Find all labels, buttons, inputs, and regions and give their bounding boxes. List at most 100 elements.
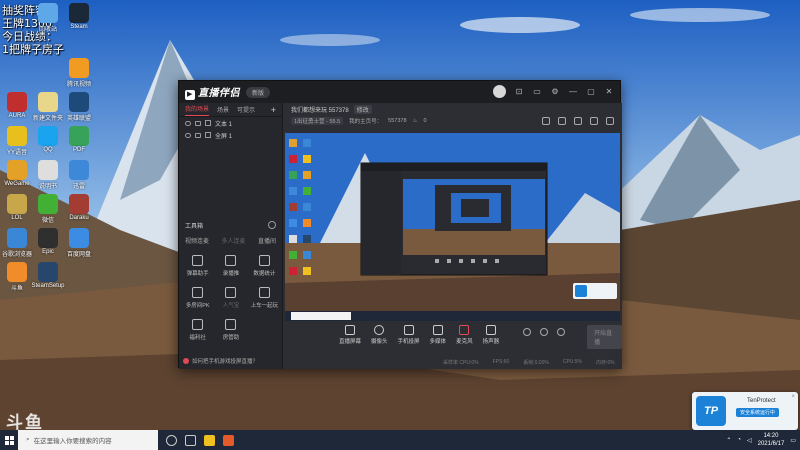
tip-text: 如何把手机游戏投屏直播？ xyxy=(192,359,259,365)
live-companion-taskbar-icon[interactable] xyxy=(223,434,234,446)
minimize-icon[interactable]: — xyxy=(568,87,578,97)
app-icon xyxy=(69,92,89,112)
main-area: 我们都想来玩 557378 修改 1出征勇士营 - 55.5 我的主页号： 55… xyxy=(283,103,622,369)
tool-label: 多房间PK xyxy=(185,303,210,309)
app-icon xyxy=(69,194,89,214)
speaker-button[interactable]: 扬声器 xyxy=(482,325,500,345)
add-scene-button[interactable]: + xyxy=(271,105,276,115)
layout-icon[interactable] xyxy=(574,117,582,125)
microphone-button[interactable]: 麦克风 xyxy=(456,325,473,345)
settings-icon[interactable]: ⚙ xyxy=(550,87,560,97)
room-category[interactable]: 1出征勇士营 - 55.5 xyxy=(291,117,344,125)
notification-icon[interactable] xyxy=(590,117,598,125)
desktop-icon[interactable]: 说明书 xyxy=(33,160,63,190)
tab-hint[interactable]: 可提示 xyxy=(237,105,255,114)
eye-toggle-icon[interactable] xyxy=(540,328,549,336)
desktop-icon[interactable]: 微信 xyxy=(33,194,63,224)
gift-icon[interactable]: ⊡ xyxy=(514,87,524,97)
tool-welfare[interactable]: 福利社 xyxy=(181,319,214,341)
desktop-icon[interactable]: WeGame xyxy=(2,160,32,187)
desktop-icon[interactable]: 谷歌浏览器 xyxy=(2,228,32,258)
start-live-button[interactable]: 开始直播 xyxy=(587,325,622,349)
media-button[interactable]: 多媒体 xyxy=(430,325,446,345)
taskbar-search[interactable]: ⌕ 在这里输入你要搜索的内容 xyxy=(18,430,158,450)
desktop-icon-label: 谷歌浏览器 xyxy=(2,252,33,258)
live-preview[interactable] xyxy=(285,133,620,321)
tool-label: 人气宝 xyxy=(222,303,240,309)
volume-icon[interactable]: ◁ xyxy=(747,437,752,444)
screenshot-icon[interactable] xyxy=(542,117,550,125)
desktop-icon[interactable]: 迅雷 xyxy=(64,160,94,190)
eye-icon[interactable] xyxy=(185,132,191,138)
overlay-line-4: 1把牌子房子 xyxy=(2,43,64,56)
tenprotect-popup[interactable]: TP TenProtect 安全系统运行中 × xyxy=(692,392,798,430)
network-icon[interactable]: ◔ xyxy=(737,437,741,443)
share-icon[interactable] xyxy=(606,117,614,125)
desktop-icon-label: 回收站 xyxy=(38,27,57,33)
tool-tab-video-link[interactable]: 视频连麦 xyxy=(185,236,209,245)
tool-tab-multi-link[interactable]: 多人连麦 xyxy=(221,236,245,245)
help-tip[interactable]: 如何把手机游戏投屏直播？ xyxy=(183,357,258,365)
toolbox-settings-icon[interactable] xyxy=(268,221,276,229)
tray-arrow-icon[interactable]: ⌃ xyxy=(726,437,731,444)
tab-scene[interactable]: 场景 xyxy=(217,105,229,114)
desktop-icon[interactable]: PDF xyxy=(64,126,94,153)
popularity-icon xyxy=(225,287,237,298)
record-video-icon[interactable] xyxy=(523,328,532,336)
desktop-icon[interactable]: LOL xyxy=(2,194,32,221)
screen-capture-button[interactable]: 直播屏幕 xyxy=(339,325,361,345)
desktop-icon[interactable]: 新建文件夹 xyxy=(33,92,63,122)
source-row-text[interactable]: 文本 1 xyxy=(179,117,282,129)
desktop-icon[interactable]: 百度网盘 xyxy=(64,228,94,258)
status-cpu: CPU:5% xyxy=(562,359,583,365)
desktop-icon[interactable]: 英雄联盟 xyxy=(64,92,94,122)
tool-multi-pk[interactable]: 多房间PK xyxy=(181,287,214,309)
camera-button[interactable]: 摄像头 xyxy=(371,325,388,345)
tool-record[interactable]: 录播推 xyxy=(214,255,247,277)
tool-stats[interactable]: 数据统计 xyxy=(248,255,281,277)
tool-popularity[interactable]: 人气宝 xyxy=(214,287,247,309)
tool-room-manager[interactable]: 房管助 xyxy=(214,319,247,341)
tool-danmu[interactable]: 弹幕助手 xyxy=(181,255,214,277)
lock-icon[interactable] xyxy=(195,120,201,126)
tool-play-together[interactable]: 上车一起玩 xyxy=(248,287,281,309)
desktop-icon[interactable]: QQ xyxy=(33,126,63,153)
settings-gear-icon[interactable] xyxy=(557,328,566,336)
close-icon[interactable]: × xyxy=(791,394,795,400)
eye-icon[interactable] xyxy=(185,120,191,126)
desktop-icon[interactable]: Steam xyxy=(64,3,94,30)
message-icon[interactable]: ▭ xyxy=(532,87,542,97)
desktop-icon[interactable]: 腾讯视频 xyxy=(64,58,94,88)
desktop-icon-label: 斗鱼 xyxy=(10,286,23,292)
edit-room-button[interactable]: 修改 xyxy=(353,104,372,114)
app-icon xyxy=(38,194,58,214)
source-row-fullscreen[interactable]: 全屏 1 xyxy=(179,129,282,141)
start-button[interactable] xyxy=(0,430,18,450)
desktop-icon[interactable]: YY语音 xyxy=(2,126,32,156)
desktop-icon[interactable]: 斗鱼 xyxy=(2,262,32,292)
phone-cast-button[interactable]: 手机投屏 xyxy=(398,325,420,345)
desktop-icon[interactable]: SteamSetup xyxy=(31,262,65,289)
tool-label: 扬声器 xyxy=(482,339,500,345)
tool-tab-live-room[interactable]: 直播间 xyxy=(258,236,276,245)
file-explorer-icon[interactable] xyxy=(204,434,215,446)
task-view-icon[interactable] xyxy=(185,434,196,446)
avatar[interactable] xyxy=(493,85,506,98)
desktop-icon[interactable]: 回收站 xyxy=(33,3,63,33)
desktop-icon[interactable]: Daraku xyxy=(64,194,94,221)
desktop-icon-label: YY语音 xyxy=(6,150,27,156)
cortana-icon[interactable] xyxy=(166,434,177,446)
clock[interactable]: 14:20 2021/6/17 xyxy=(758,432,785,448)
close-icon[interactable]: ✕ xyxy=(604,87,614,97)
text-source-icon xyxy=(205,120,211,126)
version-badge[interactable]: 新版 xyxy=(246,86,271,98)
app-icon xyxy=(7,160,27,180)
desktop-icon[interactable]: AURA xyxy=(2,92,32,119)
lottery-icon[interactable] xyxy=(558,117,566,125)
tab-my-scene[interactable]: 我的场景 xyxy=(185,104,210,116)
desktop-icon[interactable]: Epic xyxy=(33,228,63,255)
desktop-icon-label: AURA xyxy=(8,113,26,119)
lock-icon[interactable] xyxy=(195,132,201,138)
maximize-icon[interactable]: ▢ xyxy=(586,87,596,97)
notification-center-icon[interactable]: ▭ xyxy=(790,437,796,444)
